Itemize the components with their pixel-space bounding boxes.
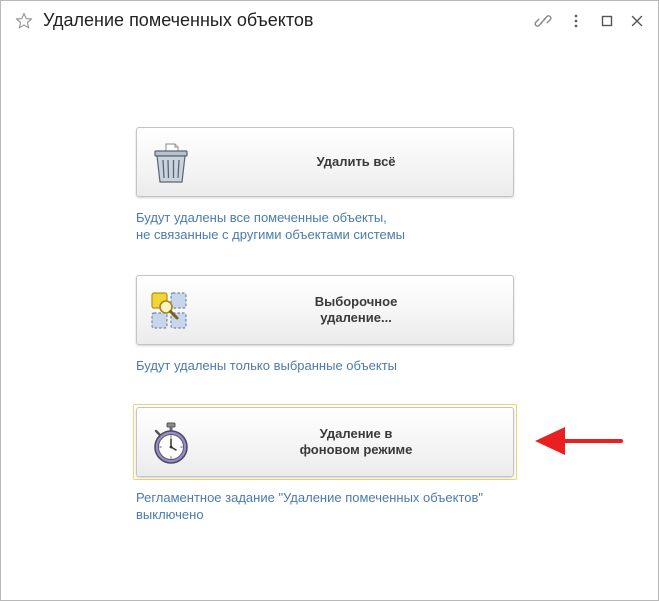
annotation-arrow-icon [535, 427, 623, 455]
delete-all-description: Будут удалены все помеченные объекты, не… [136, 210, 406, 242]
star-icon[interactable] [15, 12, 33, 30]
trash-bin-icon [154, 143, 188, 183]
delete-marked-objects-window: Удаление помеченных объектов Удалить всё… [0, 0, 659, 601]
window-title: Удаление помеченных объектов [43, 10, 314, 30]
more-vertical-icon[interactable] [567, 12, 585, 30]
selective-delete-label: Выборочное удаление... [314, 294, 398, 325]
link-icon[interactable] [534, 12, 552, 30]
title-bar: Удаление помеченных объектов [1, 1, 658, 41]
selective-delete-description: Будут удалены только выбранные объекты [136, 358, 398, 373]
background-delete-button[interactable]: Удаление в фоновом режиме [136, 407, 514, 477]
background-delete-description: Регламентное задание "Удаление помеченны… [136, 490, 484, 522]
delete-all-button[interactable]: Удалить всё [136, 127, 514, 197]
close-icon[interactable] [628, 12, 646, 30]
selective-delete-icon [151, 292, 187, 329]
selective-delete-button[interactable]: Выборочное удаление... [136, 275, 514, 345]
background-delete-label: Удаление в фоновом режиме [299, 426, 413, 457]
maximize-icon[interactable] [598, 12, 616, 30]
stopwatch-icon [154, 422, 188, 464]
delete-all-label: Удалить всё [316, 154, 396, 169]
